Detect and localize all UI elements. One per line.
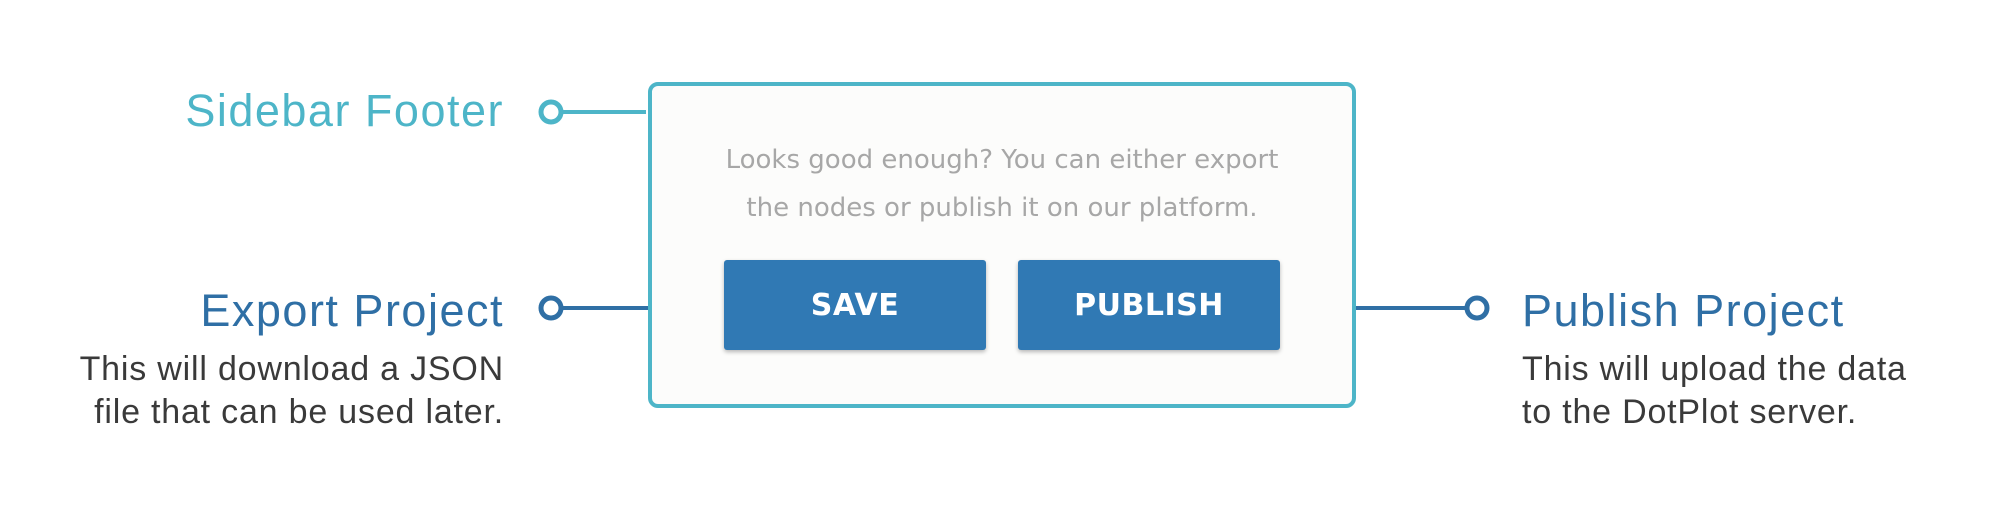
sidebar-footer-panel: Looks good enough? You can either export… bbox=[648, 82, 1356, 408]
publish-project-node-icon bbox=[1464, 295, 1490, 321]
publish-project-callout-title: Publish Project bbox=[1522, 285, 1845, 336]
sidebar-footer-node-icon bbox=[538, 99, 564, 125]
publish-button[interactable]: PUBLISH bbox=[1018, 260, 1280, 350]
save-button[interactable]: SAVE bbox=[724, 260, 986, 350]
publish-project-callout-description: This will upload the data to the DotPlot… bbox=[1522, 350, 1907, 431]
export-project-node-icon bbox=[538, 295, 564, 321]
annotated-diagram: Sidebar Footer Export Project This will … bbox=[0, 0, 2000, 508]
export-project-callout-description: This will download a JSON file that can … bbox=[79, 350, 504, 431]
footer-message: Looks good enough? You can either export… bbox=[725, 145, 1279, 223]
sidebar-footer-callout-title: Sidebar Footer bbox=[185, 85, 504, 136]
export-project-callout-title: Export Project bbox=[200, 285, 504, 336]
